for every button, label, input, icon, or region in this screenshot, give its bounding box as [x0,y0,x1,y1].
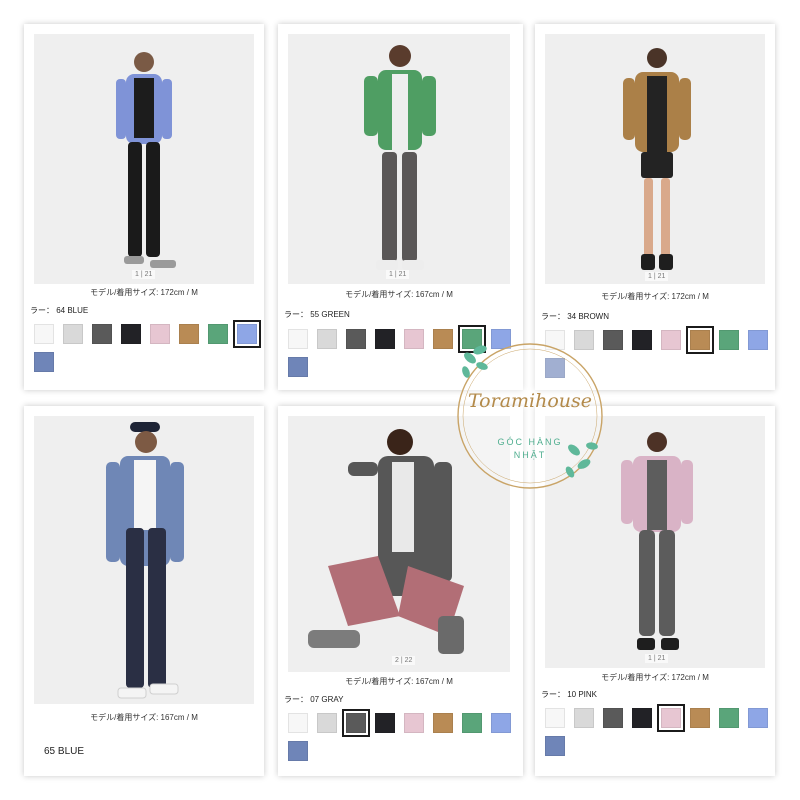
product-card-green-55: 1 | 21 モデル/着用サイズ: 167cm / M ラー： 55 GREEN [278,24,523,390]
logo-tagline-line-2: NHẬT [513,450,547,460]
color-swatch[interactable] [92,324,112,344]
model-size-info: モデル/着用サイズ: 172cm / M [601,673,709,682]
model-size-info: モデル/着用サイズ: 172cm / M [90,288,198,297]
image-counter: 2 | 22 [392,656,416,665]
color-swatch[interactable] [317,713,337,733]
color-swatch[interactable] [748,708,768,728]
image-counter: 1 | 21 [132,270,156,279]
logo-wordmark: Toramihouse [467,390,593,412]
color-swatch[interactable] [657,704,685,732]
color-swatch[interactable] [233,320,261,348]
image-counter: 1 | 21 [645,272,669,281]
color-swatch[interactable] [690,708,710,728]
color-swatch[interactable] [375,329,395,349]
color-swatch[interactable] [288,713,308,733]
model-figure [106,422,184,699]
model-figure [116,52,176,268]
color-swatch[interactable] [346,329,366,349]
product-photo[interactable]: 1 | 21 [34,34,254,284]
color-label: ラー： 64 BLUE [30,306,89,315]
color-swatch[interactable] [34,352,54,372]
model-size-info: モデル/着用サイズ: 172cm / M [601,292,709,301]
color-swatch[interactable] [288,329,308,349]
color-swatch[interactable] [404,713,424,733]
image-counter: 1 | 21 [645,654,669,663]
color-swatch[interactable] [632,708,652,728]
swatch-group [545,704,775,768]
color-swatch[interactable] [317,329,337,349]
product-photo[interactable]: 1 | 21 [545,34,765,284]
color-swatch[interactable] [574,708,594,728]
color-swatch[interactable] [491,713,511,733]
color-label: ラー： 07 GRAY [284,695,344,704]
color-swatch[interactable] [208,324,228,344]
color-swatch[interactable] [661,330,681,350]
model-size-info: モデル/着用サイズ: 167cm / M [345,290,453,299]
color-label: 65 BLUE [44,746,85,757]
model-figure [364,45,436,270]
product-photo[interactable]: 1 | 21 [288,34,510,284]
image-counter: 1 | 21 [386,270,410,279]
color-swatch[interactable] [748,330,768,350]
color-swatch[interactable] [632,330,652,350]
color-swatch[interactable] [719,708,739,728]
color-swatch[interactable] [288,741,308,761]
color-swatch[interactable] [342,709,370,737]
color-label: ラー： 10 PINK [541,690,598,699]
color-swatch[interactable] [34,324,54,344]
color-swatch[interactable] [686,326,714,354]
color-swatch[interactable] [375,713,395,733]
color-swatch[interactable] [63,324,83,344]
product-card-blue-64: 1 | 21 モデル/着用サイズ: 172cm / M ラー： 64 BLUE [24,24,264,390]
model-figure [623,48,691,270]
logo-tagline-line-1: GÓC HÀNG [497,437,563,447]
color-swatch[interactable] [545,708,565,728]
color-swatch[interactable] [545,736,565,756]
color-swatch[interactable] [433,713,453,733]
color-swatch[interactable] [433,329,453,349]
swatch-group [288,709,523,773]
toramihouse-logo [457,343,603,489]
color-swatch[interactable] [179,324,199,344]
product-card-blue-65: モデル/着用サイズ: 167cm / M 65 BLUE [24,406,264,776]
color-swatch[interactable] [719,330,739,350]
model-size-info: モデル/着用サイズ: 167cm / M [345,677,453,686]
color-label: ラー： 55 GREEN [284,310,350,319]
color-swatch[interactable] [462,713,482,733]
color-swatch[interactable] [121,324,141,344]
product-card-brown-34: 1 | 21 モデル/着用サイズ: 172cm / M ラー： 34 BROWN [535,24,775,390]
color-swatch[interactable] [288,357,308,377]
color-swatch[interactable] [404,329,424,349]
product-photo[interactable] [34,416,254,704]
color-swatch[interactable] [150,324,170,344]
model-size-info: モデル/着用サイズ: 167cm / M [90,713,198,722]
color-label: ラー： 34 BROWN [541,312,610,321]
swatch-group [34,320,264,384]
color-swatch[interactable] [603,708,623,728]
